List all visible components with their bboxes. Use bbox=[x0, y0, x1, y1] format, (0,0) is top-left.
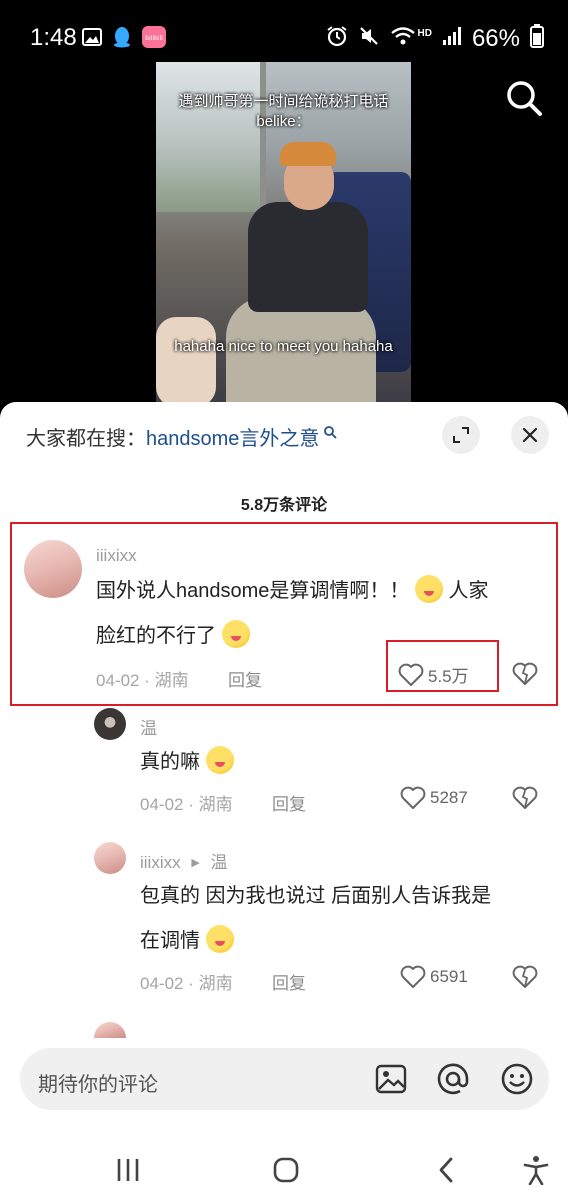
bilibili-badge-text: bilibili bbox=[145, 35, 163, 42]
comment-text-line1: 包真的 因为我也说过 后面别人告诉我是 bbox=[140, 885, 492, 907]
like-count: 6591 bbox=[430, 967, 468, 986]
close-icon bbox=[522, 427, 538, 443]
trending-search-row[interactable]: 大家都在搜： handsome言外之意 bbox=[26, 422, 338, 451]
reply-to-username[interactable]: 温 bbox=[211, 853, 228, 872]
smiley-emoji-icon bbox=[205, 746, 234, 774]
comment-count-title: 5.8万条评论 bbox=[240, 497, 328, 514]
highlight-box-like bbox=[386, 640, 499, 692]
reply-arrow-icon: ▶ bbox=[191, 857, 200, 869]
dislike-button[interactable] bbox=[512, 786, 538, 815]
comment-sheet: 大家都在搜： handsome言外之意 5.8万条评论 iiixixx 国外说人… bbox=[0, 402, 568, 1200]
reply-item: 温 真的嘛 04-02 · 湖南 回复 5287 bbox=[0, 708, 568, 828]
home-icon[interactable] bbox=[266, 1150, 306, 1190]
comment-username[interactable]: 温 bbox=[140, 714, 157, 739]
comment-text-part: 真的嘛 bbox=[140, 751, 200, 773]
comment-text-part: 在调情 bbox=[140, 930, 200, 952]
status-right: HD 66% bbox=[326, 24, 544, 53]
video-player[interactable]: 遇到帅哥第一时间给诡秘打电话belike： hahaha nice to mee… bbox=[0, 62, 568, 406]
search-icon[interactable] bbox=[504, 78, 544, 118]
video-caption-bottom: hahaha nice to meet you hahaha bbox=[174, 338, 393, 355]
qq-icon bbox=[112, 26, 132, 53]
recents-icon[interactable] bbox=[108, 1150, 148, 1190]
video-scene-window bbox=[156, 62, 266, 212]
trending-search-term[interactable]: handsome言外之意 bbox=[146, 422, 319, 451]
video-scene-hand bbox=[156, 317, 216, 406]
heart-icon bbox=[400, 786, 426, 809]
avatar[interactable] bbox=[94, 842, 126, 874]
comment-username-row: iiixixx ▶ 温 bbox=[140, 848, 228, 873]
network-label: HD bbox=[417, 28, 432, 39]
accessibility-icon[interactable] bbox=[516, 1150, 556, 1190]
comment-username[interactable]: iiixixx bbox=[140, 853, 181, 872]
search-mini-icon bbox=[323, 422, 338, 445]
status-left-icons: bilibili bbox=[82, 26, 166, 53]
alarm-icon bbox=[326, 25, 348, 52]
image-icon[interactable] bbox=[374, 1062, 408, 1096]
signal-icon bbox=[442, 26, 462, 51]
broken-heart-icon bbox=[512, 786, 538, 809]
bilibili-icon: bilibili bbox=[142, 26, 166, 53]
wifi-icon bbox=[390, 25, 416, 52]
dislike-button[interactable] bbox=[512, 965, 538, 994]
reply-button[interactable]: 回复 bbox=[272, 790, 306, 815]
battery-text: 66% bbox=[471, 24, 520, 52]
comment-text-line2: 在调情 bbox=[140, 919, 234, 963]
gallery-icon bbox=[82, 28, 102, 51]
comment-text: 真的嘛 bbox=[140, 740, 234, 784]
broken-heart-icon bbox=[512, 965, 538, 988]
comment-date-location: 04-02 · 湖南 bbox=[140, 974, 233, 993]
comment-input-placeholder: 期待你的评论 bbox=[38, 1074, 158, 1096]
like-count: 5287 bbox=[430, 788, 468, 807]
video-scene-body bbox=[248, 202, 368, 312]
reply-item: iiixixx ▶ 温 包真的 因为我也说过 后面别人告诉我是 在调情 04-0… bbox=[0, 842, 568, 1002]
avatar[interactable] bbox=[94, 1022, 126, 1038]
mention-icon[interactable] bbox=[436, 1062, 470, 1096]
heart-icon bbox=[400, 965, 426, 988]
trending-search-prefix: 大家都在搜： bbox=[26, 427, 146, 450]
status-time: 1:48 bbox=[30, 24, 77, 51]
close-button[interactable] bbox=[511, 416, 549, 454]
emoji-icon[interactable] bbox=[500, 1062, 534, 1096]
system-nav-bar bbox=[0, 1138, 568, 1200]
like-button[interactable]: 6591 bbox=[400, 965, 468, 989]
video-frame[interactable]: 遇到帅哥第一时间给诡秘打电话belike： hahaha nice to mee… bbox=[156, 62, 411, 406]
back-icon[interactable] bbox=[426, 1150, 466, 1190]
video-scene-cap bbox=[280, 142, 336, 166]
avatar[interactable] bbox=[94, 708, 126, 740]
battery-icon bbox=[530, 24, 544, 53]
video-caption-top: 遇到帅哥第一时间给诡秘打电话belike： bbox=[178, 93, 389, 130]
mute-icon bbox=[358, 25, 380, 52]
expand-button[interactable] bbox=[442, 416, 480, 454]
smiley-emoji-icon bbox=[205, 925, 234, 953]
status-bar: 1:48 bilibili HD 66% bbox=[0, 0, 568, 62]
reply-button[interactable]: 回复 bbox=[272, 969, 306, 994]
like-button[interactable]: 5287 bbox=[400, 786, 468, 810]
comment-input[interactable]: 期待你的评论 bbox=[20, 1048, 549, 1110]
expand-icon bbox=[453, 427, 469, 443]
comment-date-location: 04-02 · 湖南 bbox=[140, 795, 233, 814]
